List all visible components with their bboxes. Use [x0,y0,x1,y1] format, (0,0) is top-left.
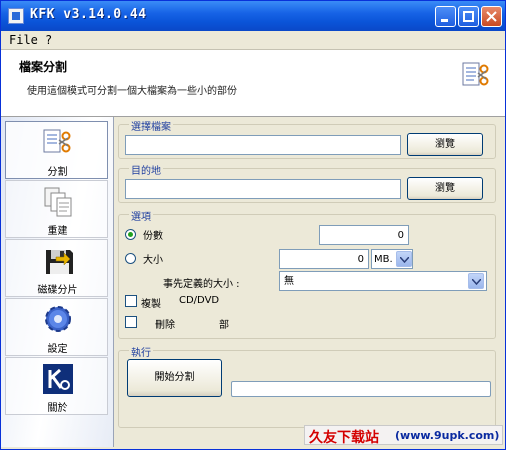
watermark-banner: 久友下载站 (www.9upk.com) [304,425,503,446]
maximize-icon [463,11,474,22]
sidebar: 分割 重建 磁碟分片 設定 關於 [1,117,114,447]
source-file-input[interactable] [125,135,401,155]
minimize-icon [441,19,448,22]
watermark-url: (www.9upk.com) [395,429,500,442]
disk-icon [46,250,73,274]
sidebar-item-about[interactable]: 關於 [5,357,108,415]
chevron-down-icon [400,257,409,263]
split-scissors-icon [462,62,489,86]
close-button[interactable] [481,6,502,27]
predefined-size-select[interactable]: 無 [279,271,487,291]
sidebar-item-label: 磁碟分片 [37,285,78,296]
size-unit-value: MB. [374,254,393,265]
split-by-count-label: 份數 [143,231,163,242]
count-input[interactable]: 0 [319,225,409,245]
page-description: 使用這個模式可分割一個大檔案為一些小的部份 [27,86,237,97]
action-group: 執行 開始分割 [118,344,496,428]
page-header: 檔案分割 使用這個模式可分割一個大檔案為一些小的部份 [1,50,505,117]
title-bar[interactable]: KFK v3.14.0.44 [1,1,505,31]
split-by-size-radio[interactable] [125,253,136,264]
source-group-title: 選擇檔案 [129,118,173,133]
options-group: 選項 份數 0 大小 0 MB. 事先定義的大小 : 無 複製 CD/DVD 刪… [118,208,496,339]
delete-parts-label: 刪除 [155,320,175,331]
predefined-size-dropdown-button[interactable] [468,273,484,289]
menu-help[interactable]: ? [45,33,52,47]
menu-bar: File ? [1,31,505,50]
source-browse-button[interactable]: 瀏覽 [407,133,483,156]
menu-file[interactable]: File [9,33,38,47]
gear-icon [45,306,71,332]
predefined-size-value: 無 [284,276,294,287]
split-by-count-radio[interactable] [125,229,136,240]
copy-cd-dvd-suffix: CD/DVD [179,295,220,306]
documents-icon [44,187,72,217]
app-icon [8,8,24,24]
page-title: 檔案分割 [19,60,68,74]
app-window: KFK v3.14.0.44 File ? 檔案分割 使用這個模式可分割一個大檔… [0,0,506,450]
kfk-logo-icon [43,364,73,394]
start-split-button[interactable]: 開始分割 [127,359,222,397]
sidebar-item-split[interactable]: 分割 [5,121,108,179]
progress-bar [231,381,491,397]
options-group-title: 選項 [129,208,153,223]
size-unit-dropdown-button[interactable] [396,251,412,267]
sidebar-item-rebuild[interactable]: 重建 [5,180,108,238]
sidebar-item-label: 關於 [47,403,68,414]
delete-parts-suffix: 部 [219,320,229,331]
window-title: KFK v3.14.0.44 [30,7,147,22]
destination-group-title: 目的地 [129,162,163,177]
maximize-button[interactable] [458,6,479,27]
split-scissors-icon [43,129,71,153]
watermark-site-name: 久友下载站 [309,430,379,446]
destination-group: 目的地 瀏覽 [118,162,496,203]
sidebar-item-label: 分割 [47,167,68,178]
delete-parts-checkbox[interactable] [125,316,137,328]
minimize-button[interactable] [435,6,456,27]
source-group: 選擇檔案 瀏覽 [118,118,496,159]
sidebar-item-settings[interactable]: 設定 [5,298,108,356]
size-input[interactable]: 0 [279,249,369,269]
destination-browse-button[interactable]: 瀏覽 [407,177,483,200]
sidebar-item-label: 設定 [47,344,68,355]
destination-input[interactable] [125,179,401,199]
copy-cd-dvd-label: 複製 [141,299,161,310]
copy-cd-dvd-checkbox[interactable] [125,295,137,307]
close-icon [486,11,497,22]
main-panel: 選擇檔案 瀏覽 目的地 瀏覽 選項 份數 0 大小 0 MB. 事先定義的大小 … [114,117,505,449]
predefined-size-label: 事先定義的大小 : [163,279,240,290]
sidebar-item-label: 重建 [47,226,68,237]
size-unit-select[interactable]: MB. [371,249,413,269]
sidebar-item-disk-split[interactable]: 磁碟分片 [5,239,108,297]
split-by-size-label: 大小 [143,255,163,266]
chevron-down-icon [472,279,481,285]
action-group-title: 執行 [129,344,153,359]
